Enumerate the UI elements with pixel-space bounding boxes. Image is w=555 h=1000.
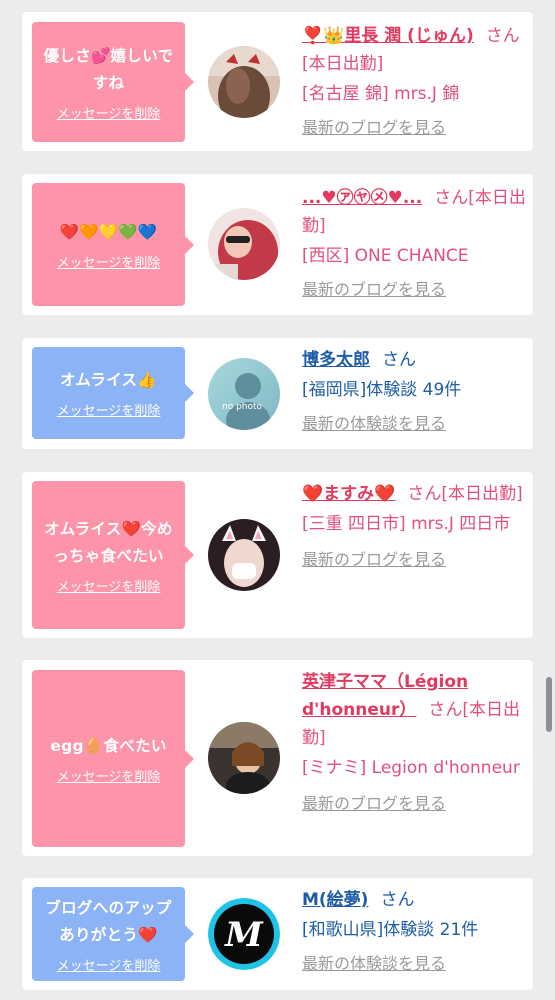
- honorific: さん: [382, 350, 416, 370]
- scrollbar[interactable]: [546, 677, 552, 732]
- user-info: M(絵夢) さん [和歌山県]体験談 21件 最新の体験談を見る: [302, 886, 527, 978]
- message-text: egg🥚食べたい: [50, 736, 167, 755]
- avatar[interactable]: no photo: [208, 358, 280, 430]
- message-card: ブログへのアップありがとう❤️ メッセージを削除 M M(絵夢) さん [和歌山県…: [22, 878, 533, 990]
- latest-review-link[interactable]: 最新の体験談を見る: [302, 950, 527, 978]
- message-text: オムライス❤️今めっちゃ食べたい: [44, 519, 173, 565]
- delete-message-link[interactable]: メッセージを削除: [57, 103, 161, 122]
- user-name-link[interactable]: ❤️ますみ❤️: [302, 484, 395, 504]
- message-bubble: 優しさ💕嬉しいですね メッセージを削除: [32, 22, 194, 142]
- message-bubble: ❤️🧡💛💚💙 メッセージを削除: [32, 183, 194, 306]
- user-location: [名古屋 錦] mrs.J 錦: [302, 84, 460, 104]
- honorific: さん: [428, 700, 463, 720]
- latest-blog-link[interactable]: 最新のブログを見る: [302, 790, 527, 818]
- user-location: [和歌山県]体験談 21件: [302, 920, 479, 940]
- message-text: ブログへのアップありがとう❤️: [45, 898, 172, 944]
- user-info: 英津子ママ（Légion d'honneur） さん[本日出勤] [ミナミ] Le…: [302, 668, 527, 818]
- avatar[interactable]: M: [208, 898, 280, 970]
- work-status: [本日出勤]: [302, 54, 384, 74]
- delete-message-link[interactable]: メッセージを削除: [57, 766, 161, 785]
- user-info: ❤️ますみ❤️ さん[本日出勤] [三重 四日市] mrs.J 四日市 最新のブロ…: [302, 480, 527, 574]
- user-location: [三重 四日市] mrs.J 四日市: [302, 514, 511, 534]
- message-bubble: オムライス❤️今めっちゃ食べたい メッセージを削除: [32, 481, 194, 629]
- user-location: [ミナミ] Legion d'honneur: [302, 758, 520, 778]
- svg-text:M: M: [224, 915, 264, 955]
- delete-message-link[interactable]: メッセージを削除: [57, 955, 161, 974]
- message-card: オムライス❤️今めっちゃ食べたい メッセージを削除 ❤️ますみ❤️ さん[本日出勤…: [22, 472, 533, 638]
- message-text: 優しさ💕嬉しいですね: [43, 46, 174, 92]
- avatar[interactable]: [208, 722, 280, 794]
- user-name-link[interactable]: ❣️👑里長 潤 (じゅん): [302, 26, 474, 46]
- latest-blog-link[interactable]: 最新のブログを見る: [302, 546, 527, 574]
- user-info: ...♥㋐㋳㋱♥... さん[本日出勤] [西区] ONE CHANCE 最新のブ…: [302, 184, 527, 304]
- message-bubble: egg🥚食べたい メッセージを削除: [32, 670, 194, 847]
- message-card: オムライス👍 メッセージを削除 no photo 博多太郎 さん [福岡県]体験談…: [22, 338, 533, 449]
- message-text: オムライス👍: [60, 371, 157, 389]
- delete-message-link[interactable]: メッセージを削除: [57, 576, 161, 595]
- latest-blog-link[interactable]: 最新のブログを見る: [302, 114, 527, 142]
- user-location: [西区] ONE CHANCE: [302, 246, 469, 266]
- avatar[interactable]: [208, 519, 280, 591]
- honorific: さん: [485, 26, 520, 46]
- honorific: さん: [380, 890, 415, 910]
- user-location: [福岡県]体験談 49件: [302, 380, 462, 400]
- message-card: egg🥚食べたい メッセージを削除 英津子ママ（Légion d'honneur…: [22, 660, 533, 856]
- avatar[interactable]: [208, 208, 280, 280]
- honorific: さん: [407, 484, 442, 504]
- latest-review-link[interactable]: 最新の体験談を見る: [302, 410, 527, 438]
- message-bubble: ブログへのアップありがとう❤️ メッセージを削除: [32, 887, 194, 981]
- work-status: [本日出勤]: [441, 484, 523, 504]
- user-info: 博多太郎 さん [福岡県]体験談 49件 最新の体験談を見る: [302, 346, 527, 438]
- user-name-link[interactable]: 博多太郎: [302, 350, 370, 370]
- message-card: 優しさ💕嬉しいですね メッセージを削除 ❣️👑里長 潤 (じゅん) さん [本日出勤…: [22, 12, 533, 151]
- no-photo-label: no photo: [222, 402, 263, 412]
- user-name-link[interactable]: ...♥㋐㋳㋱♥...: [302, 188, 422, 208]
- message-card: ❤️🧡💛💚💙 メッセージを削除 ...♥㋐㋳㋱♥... さん[本日出勤] [西区]…: [22, 174, 533, 315]
- message-bubble: オムライス👍 メッセージを削除: [32, 347, 194, 439]
- delete-message-link[interactable]: メッセージを削除: [57, 252, 161, 271]
- delete-message-link[interactable]: メッセージを削除: [57, 400, 161, 419]
- user-name-link[interactable]: M(絵夢): [302, 890, 368, 910]
- avatar[interactable]: [208, 46, 280, 118]
- user-info: ❣️👑里長 潤 (じゅん) さん [本日出勤] [名古屋 錦] mrs.J 錦 最新…: [302, 22, 527, 142]
- latest-blog-link[interactable]: 最新のブログを見る: [302, 276, 527, 304]
- message-text: ❤️🧡💛💚💙: [59, 222, 158, 241]
- honorific: さん: [434, 188, 469, 208]
